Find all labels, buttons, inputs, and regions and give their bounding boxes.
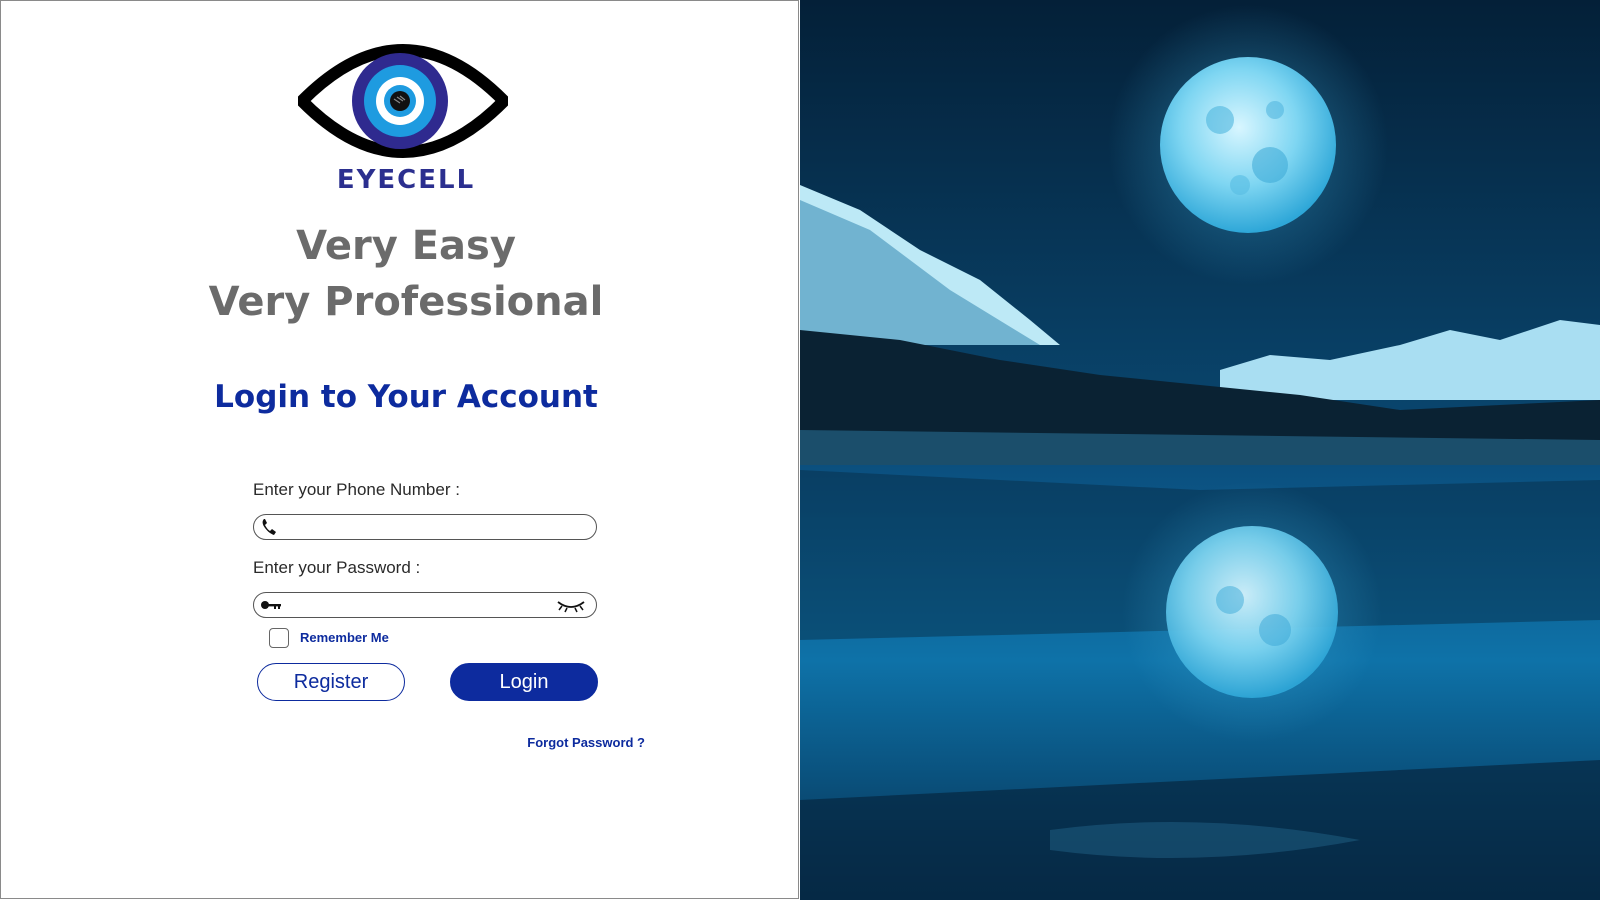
phone-label: Enter your Phone Number : bbox=[253, 480, 460, 499]
phone-input[interactable] bbox=[284, 517, 558, 537]
key-icon bbox=[261, 601, 281, 609]
landscape-image bbox=[800, 0, 1600, 900]
password-label: Enter your Password : bbox=[253, 558, 421, 577]
phone-field[interactable] bbox=[253, 514, 597, 540]
eye-closed-icon[interactable] bbox=[556, 597, 586, 613]
tagline-line-1: Very Easy bbox=[296, 223, 516, 269]
login-panel: EYECELL Very Easy Very Professional Logi… bbox=[0, 0, 799, 899]
hero-image bbox=[800, 0, 1600, 900]
login-button[interactable]: Login bbox=[450, 663, 598, 701]
password-input[interactable] bbox=[284, 595, 558, 615]
login-page: EYECELL Very Easy Very Professional Logi… bbox=[0, 0, 1600, 900]
register-button[interactable]: Register bbox=[257, 663, 405, 701]
remember-me-checkbox[interactable] bbox=[269, 628, 289, 648]
remember-me-label[interactable]: Remember Me bbox=[300, 630, 389, 645]
tagline-line-2: Very Professional bbox=[208, 279, 604, 325]
brand-name: EYECELL bbox=[336, 165, 476, 195]
forgot-password-link[interactable]: Forgot Password ? bbox=[521, 735, 645, 750]
login-heading: Login to Your Account bbox=[214, 379, 598, 415]
password-field[interactable] bbox=[253, 592, 597, 618]
phone-icon bbox=[262, 519, 276, 535]
